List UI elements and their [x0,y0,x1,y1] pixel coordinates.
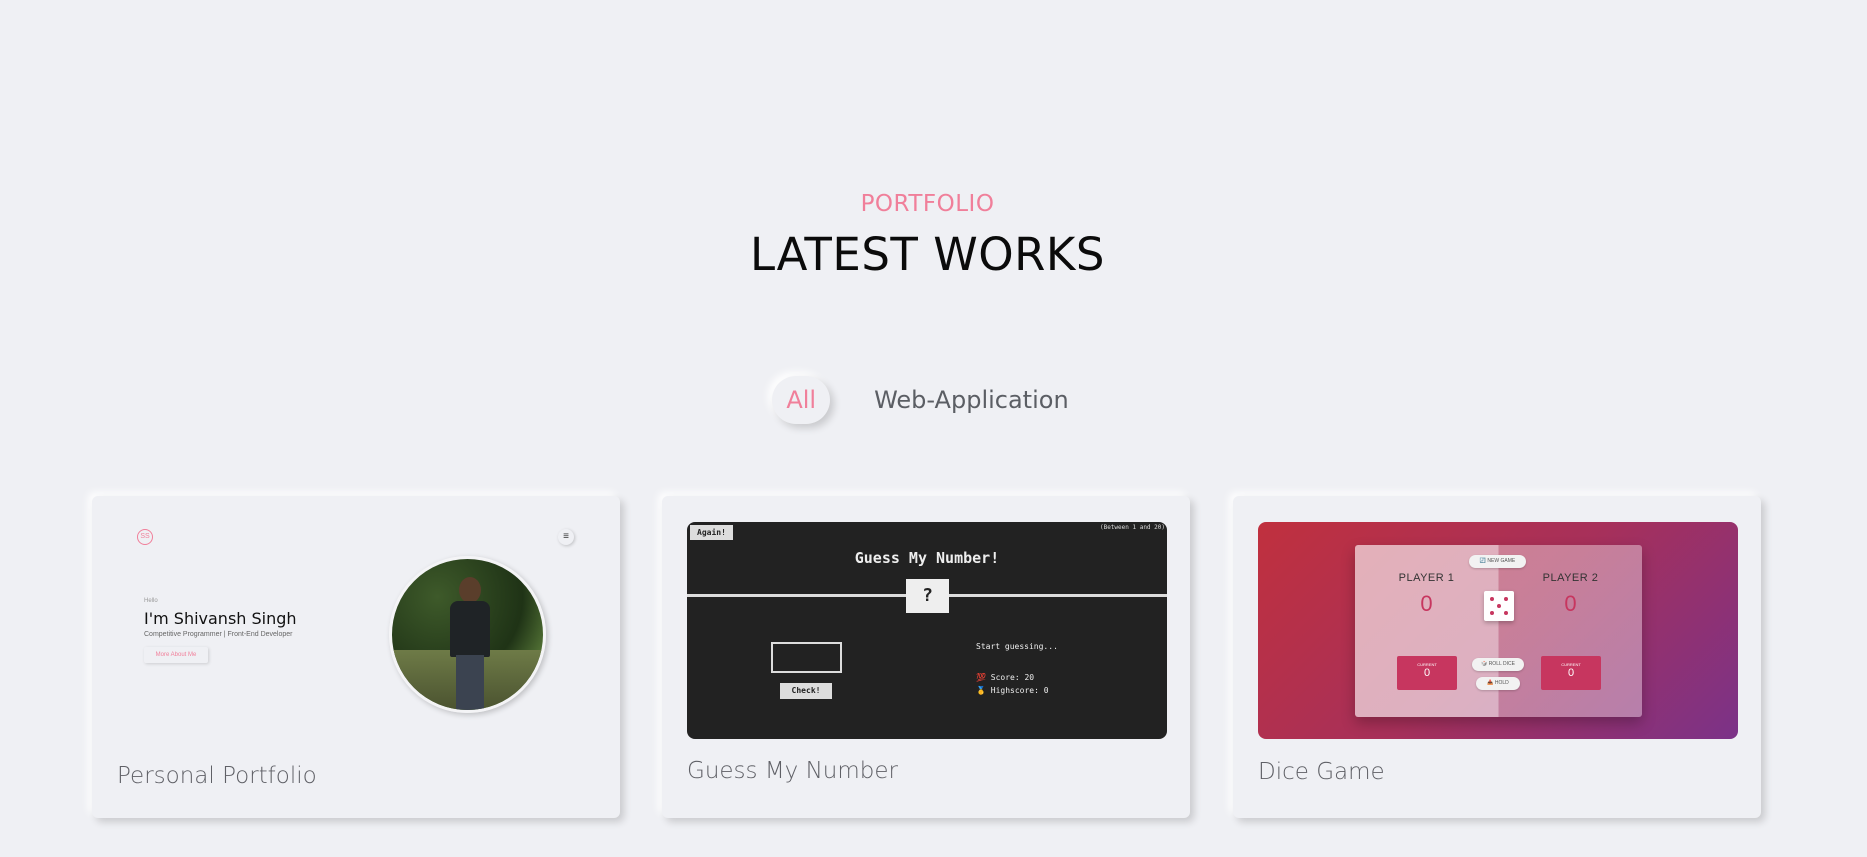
filter-web-application-button[interactable]: Web-Application [860,376,1083,424]
preview-again-button: Again! [690,525,733,540]
project-card-personal-portfolio[interactable]: SS ≡ Hello I'm Shivansh Singh Competitiv… [92,496,620,818]
menu-icon: ≡ [558,529,574,545]
filter-all-button[interactable]: All [772,376,831,424]
section-title: LATEST WORKS [750,228,1105,281]
project-card-dice-game[interactable]: 🔄 NEW GAME PLAYER 1 PLAYER 2 0 0 CURRENT… [1233,496,1761,818]
preview-player2-label: PLAYER 2 [1542,572,1599,584]
project-title: Personal Portfolio [117,763,317,789]
project-thumbnail: SS ≡ Hello I'm Shivansh Singh Competitiv… [92,496,620,736]
preview-heading: Guess My Number! [854,549,1000,567]
preview-guess-input [771,642,842,673]
preview-new-game-button: 🔄 NEW GAME [1469,555,1526,568]
project-card-guess-my-number[interactable]: Again! (Between 1 and 20) Guess My Numbe… [662,496,1190,818]
preview-roll-dice-button: 🎲 ROLL DICE [1472,658,1524,671]
preview-player2-score: 0 [1564,591,1577,616]
filter-bar: All Web-Application [0,376,1855,424]
project-title: Guess My Number [687,758,898,784]
preview-greeting: Hello [144,598,158,604]
preview-message: Start guessing... [976,642,1058,651]
preview-current2: CURRENT 0 [1541,656,1601,690]
preview-player1-score: 0 [1420,591,1433,616]
preview-board: 🔄 NEW GAME PLAYER 1 PLAYER 2 0 0 CURRENT… [1355,545,1642,717]
project-thumbnail: 🔄 NEW GAME PLAYER 1 PLAYER 2 0 0 CURRENT… [1258,522,1738,739]
preview-score: 💯 Score: 20 [976,673,1035,682]
preview-role: Competitive Programmer | Front-End Devel… [144,631,293,638]
preview-more-button: More About Me [144,647,208,663]
section-tag: PORTFOLIO [860,191,995,217]
preview-check-button: Check! [780,683,832,699]
preview-highscore: 🥇 Highscore: 0 [976,686,1049,695]
preview-hold-button: 📥 HOLD [1476,677,1520,690]
dice-icon [1484,591,1514,621]
preview-range: (Between 1 and 20) [1099,524,1165,531]
preview-current1: CURRENT 0 [1397,656,1457,690]
project-title: Dice Game [1258,759,1385,785]
preview-name: I'm Shivansh Singh [144,609,297,628]
project-thumbnail: Again! (Between 1 and 20) Guess My Numbe… [687,522,1167,739]
preview-player1-label: PLAYER 1 [1398,572,1455,584]
avatar [389,556,546,713]
preview-secret-number: ? [906,579,949,613]
logo: SS [137,529,153,545]
